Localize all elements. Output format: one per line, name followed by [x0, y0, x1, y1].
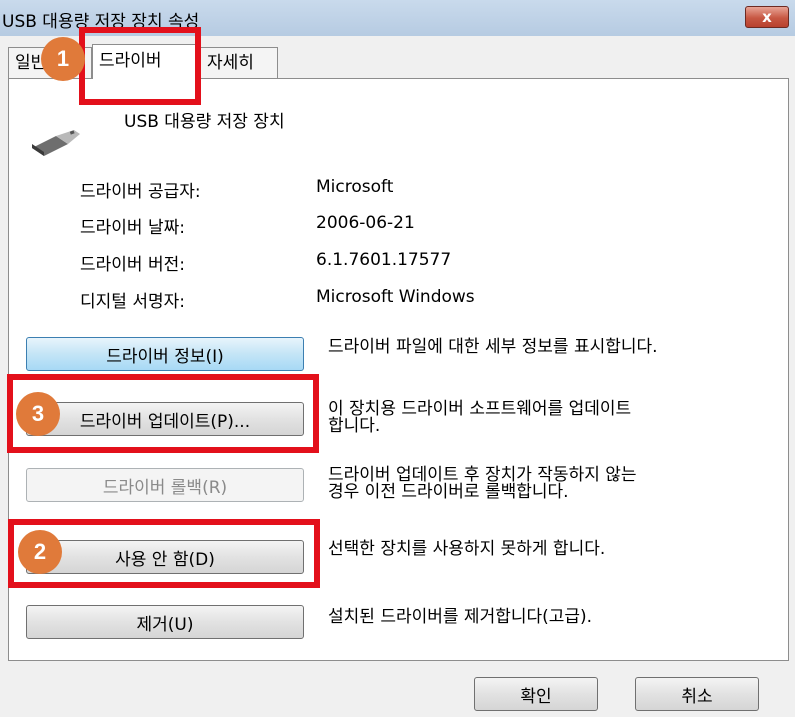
rollback-driver-button[interactable]: 드라이버 롤백(R): [26, 468, 304, 502]
ok-label: 확인: [520, 686, 552, 707]
driver-provider-value: Microsoft: [316, 177, 394, 197]
update-driver-label: 드라이버 업데이트(P)...: [79, 411, 251, 432]
driver-details-desc-line: 드라이버 파일에 대한 세부 정보를 표시합니다.: [328, 337, 658, 357]
title-bar: USB 대용량 저장 장치 속성 x: [0, 0, 795, 36]
uninstall-driver-label: 제거(U): [136, 614, 194, 635]
disable-device-desc-line: 선택한 장치를 사용하지 못하게 합니다.: [328, 539, 606, 559]
driver-date-label: 드라이버 날짜:: [80, 218, 185, 238]
driver-provider-label: 드라이버 공급자:: [80, 182, 201, 202]
driver-date-value: 2006-06-21: [316, 213, 415, 233]
driver-version-label: 드라이버 버전:: [80, 255, 185, 275]
update-driver-button[interactable]: 드라이버 업데이트(P)...: [26, 402, 304, 436]
rollback-driver-desc-line: 경우 이전 드라이버로 롤백합니다.: [328, 482, 569, 502]
uninstall-driver-desc: 설치된 드라이버를 제거합니다(고급).: [328, 609, 592, 626]
digital-signer-label: 디지털 서명자:: [80, 292, 185, 312]
disable-device-label: 사용 안 함(D): [115, 549, 215, 570]
callout-badge-2: 2: [18, 530, 62, 574]
cancel-button[interactable]: 취소: [635, 677, 759, 711]
tab-driver-label: 드라이버: [99, 51, 162, 71]
callout-badge-1: 1: [41, 37, 85, 81]
cancel-label: 취소: [681, 686, 713, 707]
uninstall-driver-desc-line: 설치된 드라이버를 제거합니다(고급).: [328, 607, 593, 627]
update-driver-desc: 이 장치용 드라이버 소프트웨어를 업데이트 합니다.: [328, 401, 631, 435]
uninstall-driver-button[interactable]: 제거(U): [26, 605, 304, 639]
callout-badge-3: 3: [16, 392, 60, 436]
close-button[interactable]: x: [745, 6, 789, 28]
usb-icon: [32, 130, 80, 156]
driver-details-button[interactable]: 드라이버 정보(I): [26, 337, 304, 371]
driver-details-desc: 드라이버 파일에 대한 세부 정보를 표시합니다.: [328, 339, 658, 356]
ok-button[interactable]: 확인: [474, 677, 598, 711]
close-icon: x: [762, 8, 772, 26]
driver-version-value: 6.1.7601.17577: [316, 250, 452, 270]
disable-device-desc: 선택한 장치를 사용하지 못하게 합니다.: [328, 541, 605, 558]
tab-details[interactable]: 자세히: [200, 47, 278, 78]
rollback-driver-label: 드라이버 롤백(R): [102, 477, 228, 498]
device-name: USB 대용량 저장 장치: [124, 112, 285, 132]
disable-device-button[interactable]: 사용 안 함(D): [26, 540, 304, 574]
tab-driver[interactable]: 드라이버: [92, 44, 200, 79]
update-driver-desc-line: 합니다.: [328, 416, 381, 436]
window-title: USB 대용량 저장 장치 속성: [2, 12, 200, 32]
rollback-driver-desc: 드라이버 업데이트 후 장치가 작동하지 않는 경우 이전 드라이버로 롤백합니…: [328, 467, 637, 501]
tab-details-label: 자세히: [207, 53, 254, 73]
driver-details-label: 드라이버 정보(I): [106, 346, 224, 367]
digital-signer-value: Microsoft Windows: [316, 287, 475, 307]
